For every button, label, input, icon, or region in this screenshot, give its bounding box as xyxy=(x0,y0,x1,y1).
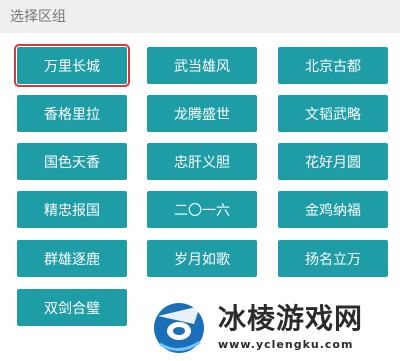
page-title: 选择区组 xyxy=(10,9,66,25)
region-button-selected[interactable]: 万里长城 xyxy=(14,44,130,87)
header-bar: 选择区组 xyxy=(0,0,400,33)
watermark-name: 冰棱游戏网 xyxy=(218,302,364,335)
region-button[interactable]: 忠肝义胆 xyxy=(147,143,257,180)
region-button[interactable]: 精忠报国 xyxy=(17,191,127,228)
region-button[interactable]: 群雄逐鹿 xyxy=(17,240,127,277)
region-button[interactable]: 双剑合璧 xyxy=(17,289,127,326)
site-logo-icon xyxy=(154,303,204,353)
region-button[interactable]: 花好月圆 xyxy=(278,143,388,180)
region-button[interactable]: 香格里拉 xyxy=(17,95,127,132)
region-button[interactable]: 金鸡纳福 xyxy=(278,191,388,228)
watermark-url: www.yclengku.com xyxy=(218,338,354,351)
region-button[interactable]: 文韬武略 xyxy=(278,95,388,132)
region-button[interactable]: 二〇一六 xyxy=(147,191,257,228)
region-button[interactable]: 北京古都 xyxy=(278,47,388,84)
region-button[interactable]: 龙腾盛世 xyxy=(147,95,257,132)
region-button[interactable]: 武当雄风 xyxy=(147,47,257,84)
region-button[interactable]: 国色天香 xyxy=(17,143,127,180)
region-button[interactable]: 岁月如歌 xyxy=(147,240,257,277)
watermark: 冰棱游戏网 www.yclengku.com xyxy=(148,296,400,361)
region-button[interactable]: 扬名立万 xyxy=(278,240,388,277)
